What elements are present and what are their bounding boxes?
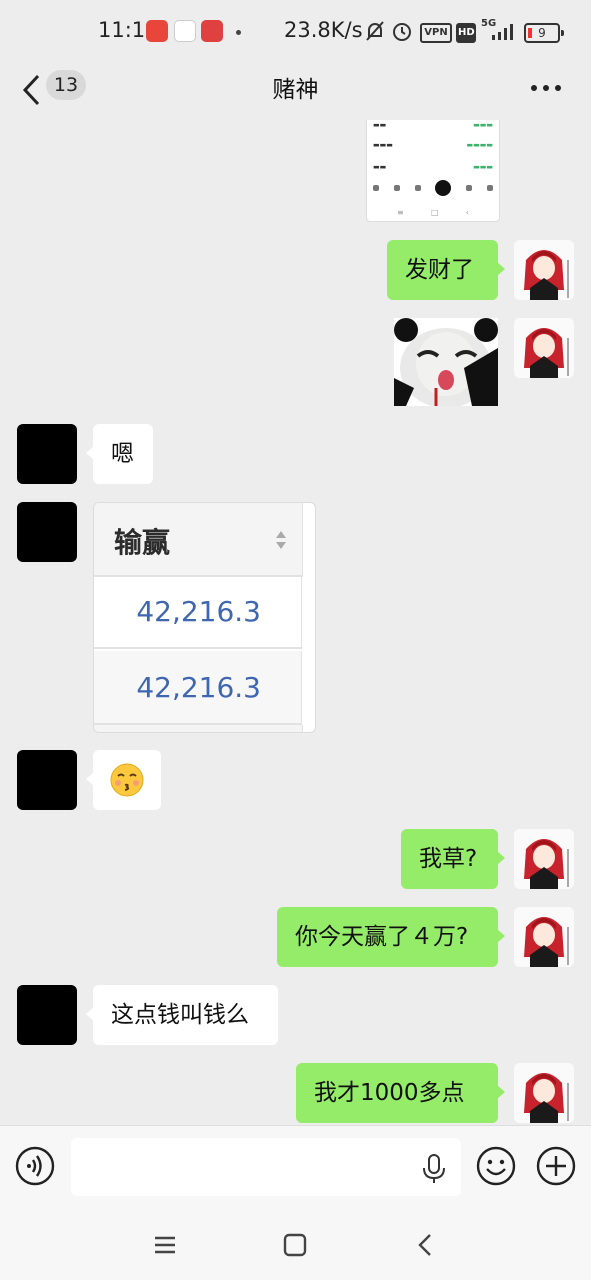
mail-notification-icon [174, 20, 196, 42]
sort-icon [276, 531, 286, 549]
more-options-icon[interactable] [530, 82, 562, 94]
alarm-icon [393, 23, 411, 41]
my-message-bubble[interactable]: 你今天赢了４万? [277, 907, 505, 967]
my-message-bubble[interactable]: 发财了 [387, 240, 505, 300]
chat-title: 赌神 [272, 77, 319, 103]
vpn-badge: VPN [420, 23, 452, 43]
hd-badge: HD [456, 23, 476, 43]
table-cell: 42,216.3 [94, 575, 302, 649]
mic-icon[interactable] [421, 1154, 447, 1184]
system-nav-bar [0, 1210, 591, 1280]
table-footer [94, 725, 303, 732]
contact-avatar[interactable] [17, 502, 77, 562]
screenshot-row: ▬▬ ▬▬▬ [373, 121, 493, 129]
app-notification-icon [146, 20, 168, 42]
their-message-bubble[interactable]: 嗯 [86, 424, 153, 484]
network-speed: 23.8K/s [284, 18, 363, 42]
status-bar: 11:15 23.8K/s VPN HD 5G 9 [0, 0, 591, 62]
anime-avatar-icon [514, 318, 574, 378]
my-avatar[interactable] [514, 240, 574, 300]
screenshot-nav: ≡ □ ‹ [397, 208, 469, 217]
more-notifications-icon [236, 30, 241, 35]
anime-avatar-icon [514, 240, 574, 300]
emoji-icon[interactable] [476, 1146, 516, 1186]
menu-icon[interactable] [150, 1230, 180, 1260]
table-image-message[interactable]: 输赢 42,216.3 42,216.3 [93, 502, 316, 733]
table-cell: 42,216.3 [94, 651, 302, 725]
back-icon[interactable] [410, 1230, 440, 1260]
battery-icon: 9 [524, 23, 564, 43]
my-avatar[interactable] [514, 1063, 574, 1123]
my-avatar[interactable] [514, 829, 574, 889]
anime-avatar-icon [514, 829, 574, 889]
input-bar [0, 1125, 591, 1211]
my-avatar[interactable] [514, 318, 574, 378]
home-icon[interactable] [280, 1230, 310, 1260]
their-message-bubble[interactable]: 这点钱叫钱么 [86, 985, 278, 1045]
kissing-face-emoji-icon [110, 763, 144, 797]
screenshot-icon-row [373, 179, 493, 197]
my-message-bubble[interactable]: 我草? [401, 829, 505, 889]
contact-avatar[interactable] [17, 424, 77, 484]
table-header: 输赢 [94, 503, 303, 577]
voice-icon[interactable] [15, 1146, 55, 1186]
message-input[interactable] [71, 1138, 461, 1196]
mute-bell-icon [366, 21, 384, 41]
message-list[interactable]: ▬▬ ▬▬▬ ▬▬▬ ▬▬▬▬ ▬▬ ▬▬▬ ≡ □ ‹ 发财了 嗯 输赢 42… [0, 120, 591, 1125]
app-notification-icon-2 [201, 20, 223, 42]
anime-avatar-icon [514, 1063, 574, 1123]
my-message-bubble[interactable]: 我才1000多点 [296, 1063, 505, 1123]
sticker-message[interactable] [394, 318, 498, 406]
anime-avatar-icon [514, 907, 574, 967]
screenshot-row: ▬▬▬ ▬▬▬▬ [373, 141, 493, 149]
contact-avatar[interactable] [17, 985, 77, 1045]
plus-icon[interactable] [536, 1146, 576, 1186]
signal-icon [492, 24, 513, 40]
their-emoji-bubble[interactable] [86, 750, 161, 810]
panda-meme-sticker-icon [394, 318, 498, 406]
screenshot-image-message[interactable]: ▬▬ ▬▬▬ ▬▬▬ ▬▬▬▬ ▬▬ ▬▬▬ ≡ □ ‹ [366, 120, 500, 222]
screenshot-row: ▬▬ ▬▬▬ [373, 163, 493, 171]
table-header-label: 输赢 [114, 526, 171, 559]
chat-header: 13 赌神 [0, 62, 591, 120]
my-avatar[interactable] [514, 907, 574, 967]
contact-avatar[interactable] [17, 750, 77, 810]
